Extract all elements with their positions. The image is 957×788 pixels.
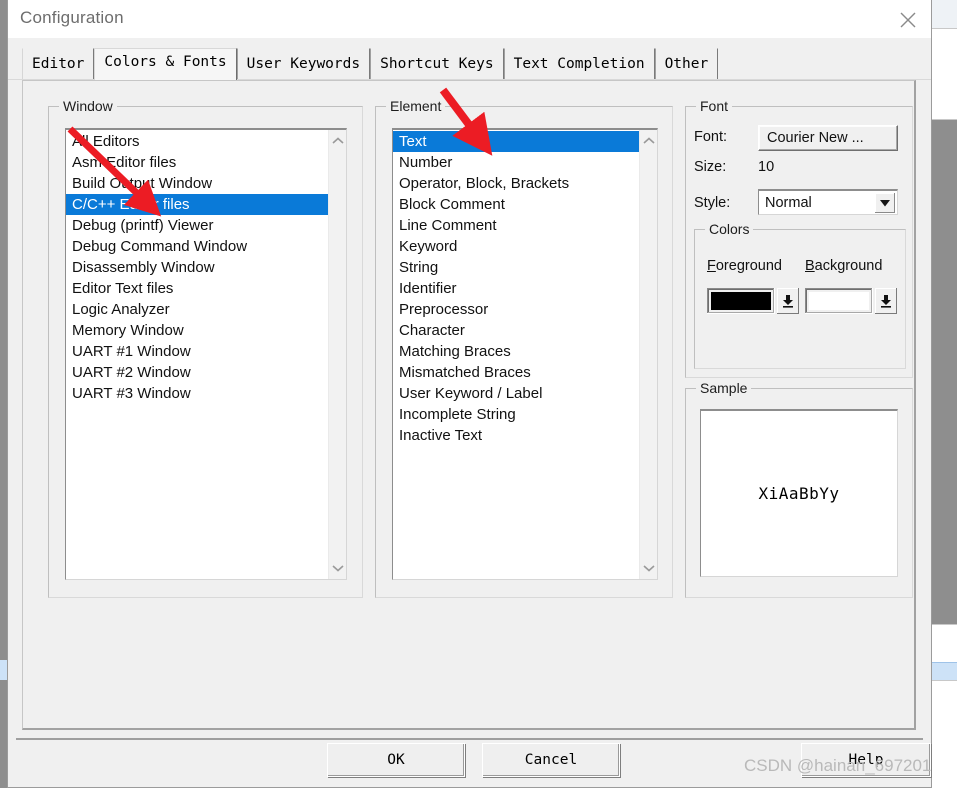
background-panel-b bbox=[930, 624, 957, 664]
window-list-item[interactable]: All Editors bbox=[66, 131, 328, 152]
style-combobox-value: Normal bbox=[765, 194, 812, 211]
configuration-dialog: Configuration Editor Colors & Fonts User K… bbox=[7, 0, 932, 788]
ok-button[interactable]: OK bbox=[327, 743, 465, 777]
font-group-title: Font bbox=[696, 98, 733, 114]
window-listbox[interactable]: All Editors Asm Editor files Build Output … bbox=[65, 128, 347, 580]
foreground-label: Foreground bbox=[707, 258, 782, 274]
footer-divider bbox=[16, 738, 923, 740]
window-list-item[interactable]: Debug (printf) Viewer bbox=[66, 215, 328, 236]
window-list-item[interactable]: Logic Analyzer bbox=[66, 299, 328, 320]
window-list-item[interactable]: UART #2 Window bbox=[66, 362, 328, 383]
element-list-scrollbar[interactable] bbox=[639, 130, 657, 579]
background-selected-row bbox=[930, 662, 957, 682]
background-color-swatch[interactable] bbox=[805, 288, 873, 314]
foreground-color-fill bbox=[711, 292, 771, 310]
background-panel-a bbox=[930, 28, 957, 120]
element-list-item[interactable]: Incomplete String bbox=[393, 404, 639, 425]
foreground-color-swatch[interactable] bbox=[707, 288, 775, 314]
sample-text: XiAaBbYy bbox=[758, 484, 840, 503]
sample-group: Sample XiAaBbYy bbox=[685, 380, 913, 598]
element-list-item[interactable]: Keyword bbox=[393, 236, 639, 257]
colors-and-fonts-page: Window All Editors Asm Editor files Build … bbox=[22, 80, 916, 730]
sample-group-title: Sample bbox=[696, 380, 752, 396]
window-list-item[interactable]: Editor Text files bbox=[66, 278, 328, 299]
element-list-item[interactable]: Inactive Text bbox=[393, 425, 639, 446]
tab-colors-fonts[interactable]: Colors & Fonts bbox=[94, 48, 237, 80]
scroll-up-icon[interactable] bbox=[329, 132, 346, 150]
window-list-item[interactable]: UART #1 Window bbox=[66, 341, 328, 362]
window-list-item[interactable]: UART #3 Window bbox=[66, 383, 328, 404]
sample-preview: XiAaBbYy bbox=[700, 409, 898, 577]
style-field-label: Style: bbox=[694, 195, 731, 211]
element-list-item[interactable]: Matching Braces bbox=[393, 341, 639, 362]
foreground-color-control bbox=[707, 288, 799, 314]
tab-shortcut-keys[interactable]: Shortcut Keys bbox=[370, 48, 504, 80]
window-list-item[interactable]: Disassembly Window bbox=[66, 257, 328, 278]
window-list-item[interactable]: Build Output Window bbox=[66, 173, 328, 194]
window-list-scrollbar[interactable] bbox=[328, 130, 346, 579]
background-label: Background bbox=[805, 258, 883, 274]
colors-group: Colors Foreground Background bbox=[694, 221, 906, 369]
size-value: 10 bbox=[758, 159, 775, 175]
element-listbox[interactable]: Text Number Operator, Block, Brackets Block… bbox=[392, 128, 658, 580]
window-group-title: Window bbox=[59, 98, 117, 114]
background-color-fill bbox=[809, 292, 869, 310]
window-list-item[interactable]: Memory Window bbox=[66, 320, 328, 341]
tab-bar: Editor Colors & Fonts User Keywords Shortcu… bbox=[8, 38, 931, 80]
font-field-label: Font: bbox=[694, 129, 728, 145]
element-list-item[interactable]: Number bbox=[393, 152, 639, 173]
tab-text-completion[interactable]: Text Completion bbox=[503, 48, 655, 80]
close-button[interactable] bbox=[885, 0, 931, 38]
background-app-toolbar bbox=[930, 0, 957, 28]
window-list-item[interactable]: C/C++ Editor files bbox=[66, 194, 328, 215]
scroll-down-icon[interactable] bbox=[329, 559, 346, 577]
colors-group-title: Colors bbox=[705, 221, 754, 237]
tab-editor[interactable]: Editor bbox=[22, 48, 95, 80]
screen: Configuration Editor Colors & Fonts User K… bbox=[0, 0, 957, 788]
element-list-item[interactable]: Character bbox=[393, 320, 639, 341]
tab-other[interactable]: Other bbox=[654, 48, 719, 80]
foreground-color-dropdown[interactable] bbox=[777, 288, 799, 314]
window-list-item[interactable]: Debug Command Window bbox=[66, 236, 328, 257]
watermark: CSDN @hainan_697201 bbox=[744, 756, 932, 775]
element-list-item[interactable]: Identifier bbox=[393, 278, 639, 299]
chevron-down-icon[interactable] bbox=[875, 193, 895, 213]
element-list-item[interactable]: Text bbox=[393, 131, 639, 152]
cancel-button[interactable]: Cancel bbox=[482, 743, 620, 777]
scroll-up-icon[interactable] bbox=[640, 132, 657, 150]
background-color-dropdown[interactable] bbox=[875, 288, 897, 314]
element-group: Element Text Number Operator, Block, Brack… bbox=[375, 98, 673, 598]
font-picker-button[interactable]: Courier New ... bbox=[758, 125, 898, 151]
background-panel-c bbox=[930, 680, 957, 788]
element-group-title: Element bbox=[386, 98, 446, 114]
scroll-down-icon[interactable] bbox=[640, 559, 657, 577]
font-group: Font Font: Courier New ... Size: 10 Styl… bbox=[685, 98, 913, 378]
background-left-selected-row bbox=[0, 660, 7, 680]
window-group: Window All Editors Asm Editor files Build … bbox=[48, 98, 363, 598]
tab-user-keywords[interactable]: User Keywords bbox=[236, 48, 371, 80]
element-list-item[interactable]: User Keyword / Label bbox=[393, 383, 639, 404]
window-list-items: All Editors Asm Editor files Build Output … bbox=[66, 130, 328, 579]
element-list-item[interactable]: Line Comment bbox=[393, 215, 639, 236]
element-list-items: Text Number Operator, Block, Brackets Block… bbox=[393, 130, 639, 579]
element-list-item[interactable]: String bbox=[393, 257, 639, 278]
style-combobox[interactable]: Normal bbox=[758, 189, 898, 215]
element-list-item[interactable]: Preprocessor bbox=[393, 299, 639, 320]
element-list-item[interactable]: Block Comment bbox=[393, 194, 639, 215]
element-list-item[interactable]: Operator, Block, Brackets bbox=[393, 173, 639, 194]
element-list-item[interactable]: Mismatched Braces bbox=[393, 362, 639, 383]
window-list-item[interactable]: Asm Editor files bbox=[66, 152, 328, 173]
tab-row: Editor Colors & Fonts User Keywords Shortcu… bbox=[22, 48, 719, 80]
size-field-label: Size: bbox=[694, 159, 727, 175]
background-color-control bbox=[805, 288, 897, 314]
dialog-title: Configuration bbox=[20, 8, 124, 27]
title-bar: Configuration bbox=[8, 0, 931, 39]
